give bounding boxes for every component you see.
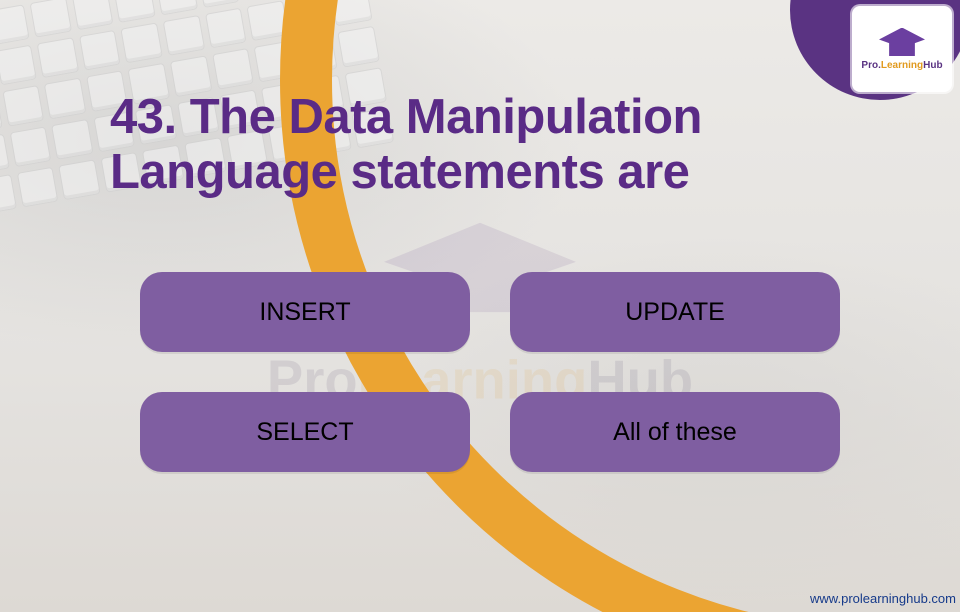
corner-brand-accent: Learning xyxy=(881,60,923,71)
slide-stage: ProLearningHub Pro.LearningHub 43. The D… xyxy=(0,0,960,612)
question-number: 43. xyxy=(110,90,177,144)
footer-url: www.prolearninghub.com xyxy=(810,591,956,606)
option-b[interactable]: UPDATE xyxy=(510,272,840,352)
option-label: INSERT xyxy=(259,298,350,327)
graduation-cap-icon xyxy=(879,28,925,58)
corner-brand-logo: Pro.LearningHub xyxy=(852,6,952,92)
option-label: SELECT xyxy=(256,418,353,447)
option-a[interactable]: INSERT xyxy=(140,272,470,352)
option-d[interactable]: All of these xyxy=(510,392,840,472)
tassel-icon xyxy=(927,36,931,56)
option-label: All of these xyxy=(613,418,737,447)
question-text: The Data Manipulation Language statement… xyxy=(110,90,702,199)
options-grid: INSERT UPDATE SELECT All of these xyxy=(140,272,840,472)
corner-brand-primary: Pro xyxy=(861,60,878,71)
question-title: 43. The Data Manipulation Language state… xyxy=(110,90,850,200)
option-label: UPDATE xyxy=(625,298,725,327)
option-c[interactable]: SELECT xyxy=(140,392,470,472)
corner-brand-suffix: Hub xyxy=(923,60,942,71)
